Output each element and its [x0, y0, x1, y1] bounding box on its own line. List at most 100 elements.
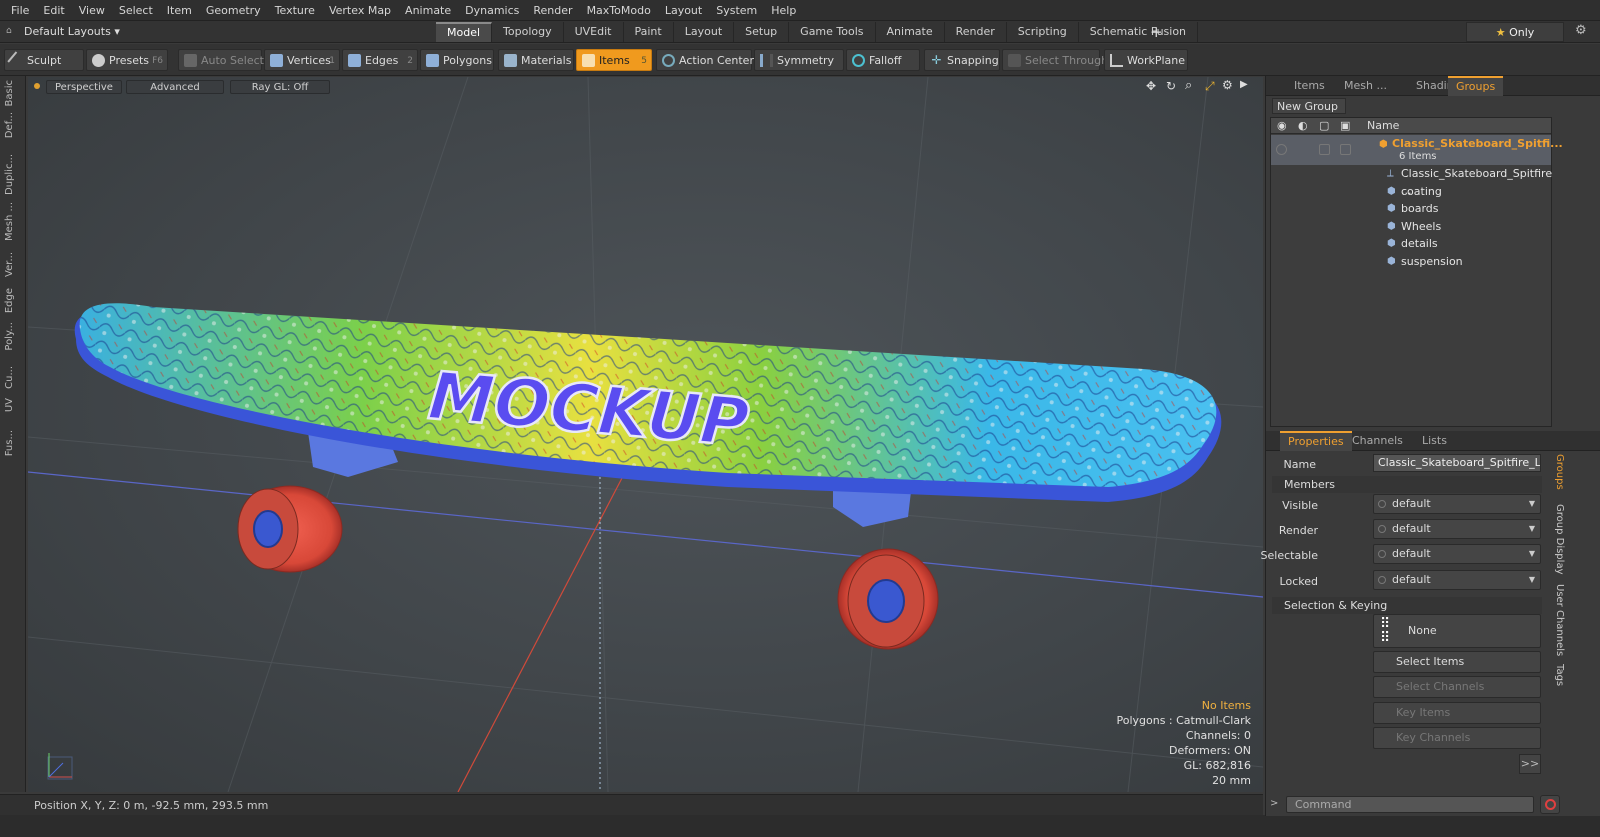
- symmetry-button[interactable]: Symmetry: [754, 49, 844, 71]
- zoom-icon[interactable]: ⌕: [1185, 78, 1192, 93]
- command-input[interactable]: Command: [1286, 796, 1534, 813]
- menu-item-vertex-map[interactable]: Vertex Map: [322, 0, 398, 21]
- group-item-row[interactable]: ⬢ details: [1271, 235, 1551, 252]
- left-tab-0[interactable]: Basic: [4, 80, 22, 106]
- fit-icon[interactable]: ⤢: [1205, 79, 1215, 94]
- name-column-header[interactable]: Name: [1367, 118, 1399, 134]
- layout-selector[interactable]: Default Layouts ▾: [18, 21, 126, 43]
- render-dropdown[interactable]: default ▼: [1373, 519, 1541, 539]
- layout-tab-render[interactable]: Render: [945, 22, 1007, 42]
- advanced-button[interactable]: Advanced: [126, 80, 224, 94]
- select-channels-button[interactable]: Select Channels: [1373, 676, 1541, 698]
- home-icon[interactable]: ⌂: [6, 26, 16, 36]
- key-items-button[interactable]: Key Items: [1373, 702, 1541, 724]
- new-group-button[interactable]: New Group: [1272, 98, 1346, 114]
- layout-tab-uvedit[interactable]: UVEdit: [564, 22, 624, 42]
- edges-button[interactable]: Edges 2: [342, 49, 418, 71]
- layout-tab-scripting[interactable]: Scripting: [1007, 22, 1079, 42]
- group-item-row[interactable]: ⬢ suspension: [1271, 253, 1551, 270]
- menu-item-texture[interactable]: Texture: [268, 0, 322, 21]
- menu-item-dynamics[interactable]: Dynamics: [458, 0, 526, 21]
- locked-dropdown[interactable]: default ▼: [1373, 570, 1541, 590]
- left-tab-8[interactable]: UV: [4, 398, 22, 412]
- root-lock-toggle[interactable]: [1319, 144, 1330, 155]
- side-tab-group-display[interactable]: Group Display: [1549, 504, 1565, 574]
- root-visible-toggle[interactable]: [1276, 144, 1287, 155]
- menu-item-geometry[interactable]: Geometry: [199, 0, 268, 21]
- 3d-viewport[interactable]: MOCKUP Perspective Advanced Ray GL: Off …: [28, 77, 1263, 792]
- materials-button[interactable]: Materials: [498, 49, 574, 71]
- workplane-button[interactable]: WorkPlane: [1104, 49, 1188, 71]
- menu-item-file[interactable]: File: [4, 0, 36, 21]
- lock-icon[interactable]: ▢: [1319, 118, 1329, 134]
- menu-item-render[interactable]: Render: [526, 0, 579, 21]
- layout-tab-topology[interactable]: Topology: [492, 22, 564, 42]
- menu-item-edit[interactable]: Edit: [36, 0, 71, 21]
- menu-item-item[interactable]: Item: [160, 0, 199, 21]
- snapping-button[interactable]: ✛ Snapping: [924, 49, 1000, 71]
- select-items-button[interactable]: Select Items: [1373, 651, 1541, 673]
- menu-item-help[interactable]: Help: [764, 0, 803, 21]
- selection-keying-section[interactable]: Selection & Keying: [1272, 597, 1542, 614]
- add-tab-icon[interactable]: +: [1150, 22, 1163, 42]
- record-button[interactable]: [1540, 795, 1560, 814]
- visible-dropdown[interactable]: default ▼: [1373, 494, 1541, 514]
- left-tab-1[interactable]: Def...: [4, 112, 22, 138]
- group-name-field[interactable]: Classic_Skateboard_Spitfire_Logo: [1373, 454, 1541, 472]
- presets-button[interactable]: Presets F6: [86, 49, 168, 71]
- scene-tab-groups[interactable]: Groups: [1448, 76, 1504, 96]
- viewport-menu-arrow-icon[interactable]: ▶: [1240, 79, 1248, 90]
- left-tab-7[interactable]: Cu...: [4, 366, 22, 389]
- action-center-button[interactable]: Action Center: [656, 49, 754, 71]
- group-item-row[interactable]: ⟂ Classic_Skateboard_Spitfire ...: [1271, 165, 1552, 197]
- property-tab-properties[interactable]: Properties: [1280, 431, 1352, 451]
- side-tab-user-channels[interactable]: User Channels: [1549, 584, 1565, 656]
- menu-item-select[interactable]: Select: [112, 0, 160, 21]
- auto-select-button[interactable]: Auto Select: [178, 49, 264, 71]
- key-channels-button[interactable]: Key Channels: [1373, 727, 1541, 749]
- selectable-dropdown[interactable]: default ▼: [1373, 544, 1541, 564]
- layout-tab-setup[interactable]: Setup: [734, 22, 790, 42]
- scene-tab-items[interactable]: Items: [1286, 76, 1333, 96]
- only-toggle[interactable]: ★ Only: [1466, 22, 1564, 42]
- group-item-row[interactable]: ⬢ coating: [1271, 183, 1551, 200]
- left-tab-3[interactable]: Mesh ...: [4, 202, 22, 241]
- group-root-row[interactable]: ⬢ Classic_Skateboard_Spitfi... 6 Items: [1271, 135, 1563, 165]
- layout-tab-schematic-fusion[interactable]: Schematic Fusion: [1079, 22, 1199, 42]
- property-tab-channels[interactable]: Channels: [1344, 431, 1411, 451]
- left-tab-5[interactable]: Edge: [4, 288, 22, 313]
- raygl-button[interactable]: Ray GL: Off: [230, 80, 330, 94]
- vertices-button[interactable]: Vertices 1: [264, 49, 340, 71]
- menu-item-animate[interactable]: Animate: [398, 0, 458, 21]
- property-tab-lists[interactable]: Lists: [1414, 431, 1455, 451]
- gear-icon[interactable]: ⚙: [1575, 23, 1587, 38]
- sculpt-button[interactable]: Sculpt: [4, 49, 84, 71]
- scene-tab-mesh[interactable]: Mesh ...: [1336, 76, 1395, 96]
- items-button[interactable]: Items 5: [576, 49, 652, 71]
- polygons-button[interactable]: Polygons: [420, 49, 494, 71]
- select-icon[interactable]: ▣: [1340, 118, 1350, 134]
- select-through-button[interactable]: Select Through: [1002, 49, 1108, 71]
- left-tab-9[interactable]: Fus...: [4, 430, 22, 456]
- layout-tab-layout[interactable]: Layout: [674, 22, 735, 42]
- layout-tab-game-tools[interactable]: Game Tools: [789, 22, 876, 42]
- side-tab-tags[interactable]: Tags: [1549, 664, 1565, 686]
- group-item-row[interactable]: ⬢ Wheels: [1271, 218, 1551, 235]
- menu-item-system[interactable]: System: [709, 0, 764, 21]
- members-section[interactable]: Members: [1272, 476, 1542, 493]
- menu-item-view[interactable]: View: [72, 0, 112, 21]
- left-tab-6[interactable]: Poly...: [4, 322, 22, 351]
- layout-tab-model[interactable]: Model: [436, 22, 493, 42]
- menu-item-maxtomodo[interactable]: MaxToModo: [580, 0, 658, 21]
- none-button[interactable]: ⠿ ⠿ None: [1373, 614, 1541, 648]
- layout-tab-animate[interactable]: Animate: [876, 22, 945, 42]
- perspective-button[interactable]: Perspective: [46, 80, 122, 94]
- left-tab-2[interactable]: Duplic...: [4, 154, 22, 195]
- render-icon[interactable]: ◐: [1298, 118, 1308, 134]
- group-item-row[interactable]: ⬢ boards: [1271, 200, 1551, 217]
- expand-button[interactable]: >>: [1519, 754, 1541, 774]
- falloff-button[interactable]: Falloff: [846, 49, 920, 71]
- layout-tab-paint[interactable]: Paint: [624, 22, 674, 42]
- menu-item-layout[interactable]: Layout: [658, 0, 709, 21]
- pan-icon[interactable]: ✥: [1146, 79, 1156, 93]
